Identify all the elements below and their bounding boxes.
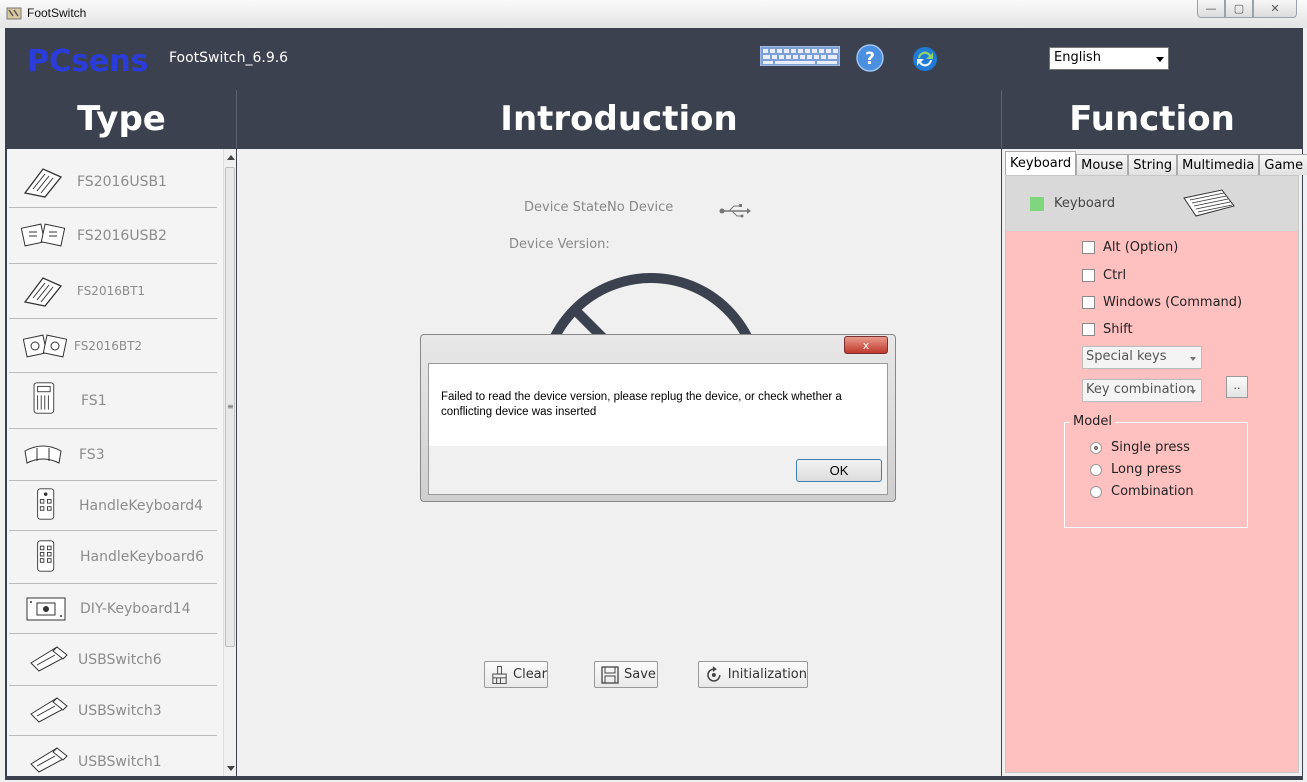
introduction-column-title: Introduction <box>237 90 1001 148</box>
type-item-fs2016usb1[interactable]: FS2016USB1 <box>9 157 217 208</box>
usb-switch-icon <box>30 747 68 773</box>
initialization-button[interactable]: Initialization <box>698 661 808 688</box>
app-icon <box>6 7 22 20</box>
dialog-message: Failed to read the device version, pleas… <box>441 391 842 418</box>
dialog-message-area: Failed to read the device version, pleas… <box>429 364 887 446</box>
window-title: FootSwitch <box>27 6 87 20</box>
type-item-handlekeyboard4[interactable]: HandleKeyboard4 <box>9 481 217 531</box>
usb-switch-icon <box>30 697 68 723</box>
checkbox[interactable] <box>1082 269 1095 282</box>
scroll-up-icon[interactable] <box>227 155 235 160</box>
checkbox[interactable] <box>1082 323 1095 336</box>
browse-button[interactable]: .. <box>1226 376 1248 398</box>
radio-selected[interactable] <box>1090 441 1102 454</box>
board-icon <box>26 597 66 621</box>
error-dialog: x Failed to read the device version, ple… <box>420 334 896 502</box>
radio[interactable] <box>1090 485 1102 498</box>
radio[interactable] <box>1090 463 1102 476</box>
tab-game[interactable]: Game <box>1259 154 1307 175</box>
clear-button[interactable]: Clear <box>484 661 548 688</box>
status-swatch <box>1030 197 1044 211</box>
key-combination-select[interactable]: Key combination <box>1082 379 1202 402</box>
grip-icon: ≡ <box>227 402 234 411</box>
dialog-content: Failed to read the device version, pleas… <box>428 363 888 495</box>
tab-string[interactable]: String <box>1128 154 1178 175</box>
type-item-usbswitch1[interactable]: USBSwitch1 <box>9 736 217 776</box>
usb-switch-icon <box>30 646 68 672</box>
handle-keyboard-icon <box>37 540 55 572</box>
maximize-button[interactable]: ▢ <box>1225 0 1253 18</box>
single-press-radio[interactable]: Single press <box>1090 440 1190 455</box>
long-press-radio[interactable]: Long press <box>1090 462 1181 477</box>
pedal-triple-icon <box>24 445 62 464</box>
alt-option-checkbox[interactable]: Alt (Option) <box>1082 240 1178 255</box>
svg-text:PCsensor: PCsensor <box>27 44 147 77</box>
floppy-disk-icon <box>601 665 619 684</box>
pedal-single-icon <box>23 277 63 307</box>
svg-text:?: ? <box>865 49 875 69</box>
tab-multimedia[interactable]: Multimedia <box>1177 154 1260 175</box>
tab-keyboard[interactable]: Keyboard <box>1005 151 1077 175</box>
help-icon[interactable]: ? <box>856 44 884 72</box>
shift-checkbox[interactable]: Shift <box>1082 322 1133 337</box>
device-version-label: Device Version: <box>509 237 610 252</box>
function-tabs: Keyboard Mouse String Multimedia Game <box>1005 151 1307 175</box>
special-keys-select[interactable]: Special keys <box>1082 346 1202 369</box>
pedal-single-icon <box>23 168 63 198</box>
pcsensor-logo: PCsensor <box>27 44 147 77</box>
usb-icon <box>719 204 751 218</box>
remote-icon <box>33 382 55 414</box>
keyboard-label: Keyboard <box>1054 196 1116 211</box>
windows-command-checkbox[interactable]: Windows (Command) <box>1082 295 1242 310</box>
close-window-button[interactable]: ✕ <box>1253 0 1297 18</box>
type-panel: FS2016USB1 FS2016USB2 FS2016BT1 FS2016BT… <box>7 149 236 776</box>
type-column-title: Type <box>7 90 236 148</box>
ctrl-checkbox[interactable]: Ctrl <box>1082 268 1126 283</box>
device-type-list: FS2016USB1 FS2016USB2 FS2016BT1 FS2016BT… <box>9 157 217 776</box>
chevron-down-icon <box>1190 390 1196 394</box>
chevron-down-icon <box>1190 357 1196 361</box>
keyboard-icon <box>1183 189 1235 217</box>
device-state-value: No Device <box>607 200 674 215</box>
model-title: Model <box>1070 414 1116 429</box>
chevron-down-icon <box>1156 57 1164 62</box>
scroll-down-icon[interactable] <box>227 766 235 771</box>
brush-icon <box>492 665 507 684</box>
function-column-title: Function <box>1002 90 1302 148</box>
checkbox[interactable] <box>1082 241 1095 254</box>
type-item-fs3[interactable]: FS3 <box>9 429 217 481</box>
refresh-icon[interactable] <box>911 45 939 73</box>
type-item-fs1[interactable]: FS1 <box>9 373 217 429</box>
type-item-handlekeyboard6[interactable]: HandleKeyboard6 <box>9 531 217 584</box>
keyboard-function-body: Keyboard Alt (Option) Ctrl Windows (Comm… <box>1005 175 1299 773</box>
keyboard-header-row: Keyboard <box>1006 176 1298 231</box>
combination-radio[interactable]: Combination <box>1090 484 1194 499</box>
window-title-bar: FootSwitch — ▢ ✕ <box>0 0 1307 28</box>
app-version: FootSwitch_6.9.6 <box>169 50 289 66</box>
dialog-close-button[interactable]: x <box>844 336 888 354</box>
type-item-fs2016bt2[interactable]: FS2016BT2 <box>9 319 217 373</box>
handle-keyboard-icon <box>37 488 55 520</box>
type-item-usbswitch6[interactable]: USBSwitch6 <box>9 634 217 686</box>
save-button[interactable]: Save <box>594 661 658 688</box>
tab-mouse[interactable]: Mouse <box>1076 154 1129 175</box>
type-item-usbswitch3[interactable]: USBSwitch3 <box>9 686 217 736</box>
reset-icon <box>707 665 721 682</box>
pedal-double-icon <box>23 334 67 358</box>
ok-button[interactable]: OK <box>796 459 882 482</box>
app-header: PCsensor FootSwitch_6.9.6 ? English <box>5 28 1303 90</box>
type-item-fs2016bt1[interactable]: FS2016BT1 <box>9 264 217 319</box>
function-panel: Keyboard Mouse String Multimedia Game Ke… <box>1002 149 1307 776</box>
type-list-scrollbar[interactable]: ≡ <box>223 149 236 776</box>
type-item-fs2016usb2[interactable]: FS2016USB2 <box>9 208 217 264</box>
pedal-double-icon <box>21 223 65 247</box>
type-item-diy-keyboard14[interactable]: DIY-Keyboard14 <box>9 584 217 634</box>
minimize-button[interactable]: — <box>1197 0 1225 18</box>
checkbox[interactable] <box>1082 296 1095 309</box>
device-state-label: Device State: <box>524 200 612 215</box>
virtual-keyboard-icon[interactable] <box>760 46 840 66</box>
language-select[interactable]: English <box>1049 47 1169 70</box>
